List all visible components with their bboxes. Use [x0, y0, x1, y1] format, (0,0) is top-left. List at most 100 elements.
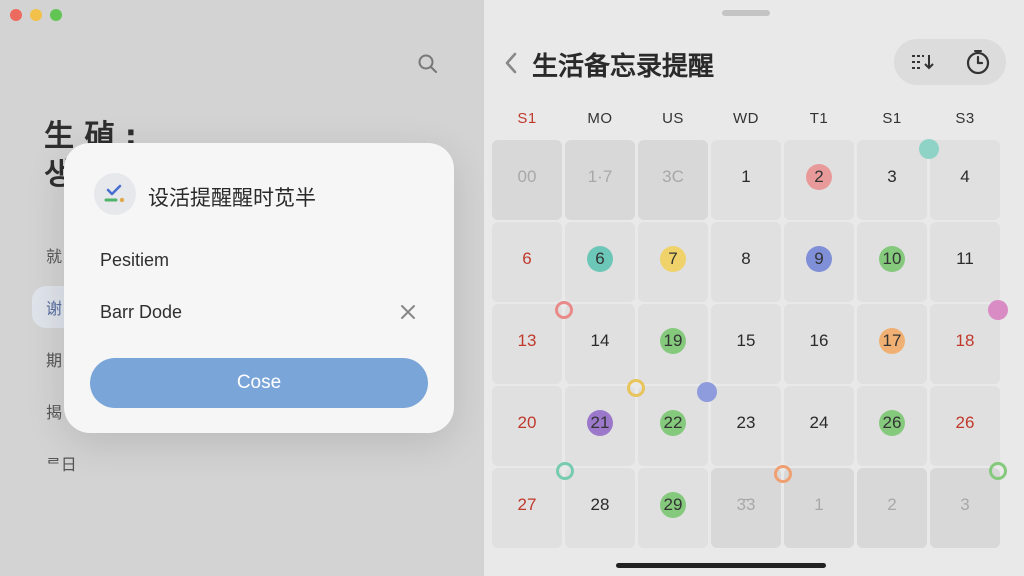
day-number: 22 [660, 410, 686, 436]
day-number: 9 [806, 246, 832, 272]
reminder-time-dialog: 设活提醒醒时苋半 Pesitiem Barr Dode Cose [64, 143, 454, 433]
calendar-grid: 00 1·7 3C 1 2 3 4 6 6 7 8 9 10 11 13 14 19 15 16 17 18 20 21 22… [484, 140, 1024, 560]
calendar-day-cell[interactable]: 11 [930, 222, 1000, 302]
sidebar-item-label: 期 [46, 351, 63, 370]
day-number: 17 [879, 328, 905, 354]
calendar-day-cell[interactable]: 1 [784, 468, 854, 548]
event-dot [774, 465, 792, 483]
calendar-day-cell[interactable]: 3 [857, 140, 927, 220]
day-number: 00 [517, 167, 537, 186]
calendar-day-cell[interactable]: 17 [857, 304, 927, 384]
minimize-window-button[interactable] [30, 9, 42, 21]
day-number: 15 [736, 331, 756, 350]
day-number: 7 [660, 246, 686, 272]
calendar-day-cell[interactable]: 13 [492, 304, 562, 384]
day-number: 1·7 [587, 167, 613, 186]
day-number: 20 [517, 413, 537, 432]
day-number: 13 [517, 331, 537, 350]
sidebar-item[interactable]: ᄅ日 [32, 442, 152, 484]
calendar-day-cell[interactable]: 2 [857, 468, 927, 548]
calendar-pane: 生活备忘录提醒 S1 MO US WD T1 S1 S3 00 1·7 3C 1 2 3 4 6 6 7 8 9 1… [484, 0, 1024, 576]
calendar-day-cell[interactable]: 1·7 [565, 140, 635, 220]
day-number: 16 [809, 331, 829, 350]
calendar-day-cell[interactable]: 6 [492, 222, 562, 302]
date-option[interactable]: Barr Dode [100, 302, 182, 323]
weekday-label: WD [733, 110, 759, 127]
day-number: 1 [814, 495, 824, 514]
chevron-left-icon[interactable] [500, 48, 522, 78]
day-number: 6 [522, 249, 532, 268]
calendar-day-cell[interactable]: 4 [930, 140, 1000, 220]
calendar-day-cell[interactable]: 6 [565, 222, 635, 302]
day-number: 3C [662, 167, 684, 186]
calendar-day-cell[interactable]: 23 [711, 386, 781, 466]
calendar-day-cell[interactable]: 10 [857, 222, 927, 302]
calendar-day-cell[interactable]: 3 [930, 468, 1000, 548]
event-dot [555, 301, 573, 319]
calendar-day-cell[interactable]: 29 [638, 468, 708, 548]
weekday-label: S3 [955, 110, 975, 127]
sidebar-item-label: 揭 [46, 403, 63, 422]
calendar-day-cell[interactable]: 24 [784, 386, 854, 466]
drag-handle[interactable] [722, 10, 770, 16]
calendar-day-cell[interactable]: 00 [492, 140, 562, 220]
calendar-day-cell[interactable]: 2 [784, 140, 854, 220]
close-icon[interactable] [397, 301, 419, 323]
close-dialog-button[interactable]: Cose [90, 358, 428, 408]
event-dot [697, 382, 717, 402]
calendar-day-cell[interactable]: 14 [565, 304, 635, 384]
export-icon[interactable] [902, 42, 942, 82]
calendar-actions [894, 39, 1006, 85]
calendar-day-cell[interactable]: 9 [784, 222, 854, 302]
position-option[interactable]: Pesitiem [100, 250, 169, 271]
weekday-label: T1 [809, 110, 829, 127]
day-number: 14 [590, 331, 610, 350]
day-number: 3̄3 [736, 495, 756, 514]
sidebar-item-label: ᄅ日 [46, 455, 77, 474]
day-number: 26 [955, 413, 975, 432]
calendar-day-cell[interactable]: 21 [565, 386, 635, 466]
zoom-window-button[interactable] [50, 9, 62, 21]
event-dot [556, 462, 574, 480]
day-number: 10 [879, 246, 905, 272]
calendar-day-cell[interactable]: 3C [638, 140, 708, 220]
calendar-day-cell[interactable]: 1 [711, 140, 781, 220]
window-controls [10, 9, 62, 21]
day-number: 4 [960, 167, 970, 186]
calendar-day-cell[interactable]: 7 [638, 222, 708, 302]
calendar-day-cell[interactable]: 19 [638, 304, 708, 384]
day-number: 11 [956, 249, 974, 268]
calendar-day-cell[interactable]: 3̄3 [711, 468, 781, 548]
calendar-day-cell[interactable]: 16 [784, 304, 854, 384]
day-number: 29 [660, 492, 686, 518]
calendar-day-cell[interactable]: 22 [638, 386, 708, 466]
day-number: 26 [879, 410, 905, 436]
day-number: 8 [741, 249, 751, 268]
close-window-button[interactable] [10, 9, 22, 21]
search-icon[interactable] [414, 50, 442, 78]
calendar-day-cell[interactable]: 26 [930, 386, 1000, 466]
day-number: 18 [955, 331, 975, 350]
day-number: 2 [887, 495, 897, 514]
checklist-icon [94, 173, 136, 215]
event-dot [919, 139, 939, 159]
day-number: 24 [809, 413, 829, 432]
calendar-day-cell[interactable]: 28 [565, 468, 635, 548]
sidebar-item-label: 就 [46, 247, 63, 266]
event-dot [989, 462, 1007, 480]
calendar-day-cell[interactable]: 8 [711, 222, 781, 302]
weekday-label: US [662, 110, 684, 127]
dialog-title: 设活提醒醒时苋半 [148, 186, 316, 210]
day-number: 27 [517, 495, 537, 514]
sidebar-item-label: 谢 [46, 299, 63, 318]
day-number: 28 [590, 495, 610, 514]
weekday-label: S1 [517, 110, 537, 127]
home-indicator[interactable] [616, 563, 826, 568]
weekday-label: MO [587, 110, 613, 127]
calendar-day-cell[interactable]: 20 [492, 386, 562, 466]
calendar-day-cell[interactable]: 26 [857, 386, 927, 466]
calendar-day-cell[interactable]: 15 [711, 304, 781, 384]
clock-icon[interactable] [958, 42, 998, 82]
calendar-title: 生活备忘录提醒 [532, 52, 715, 82]
calendar-day-cell[interactable]: 27 [492, 468, 562, 548]
